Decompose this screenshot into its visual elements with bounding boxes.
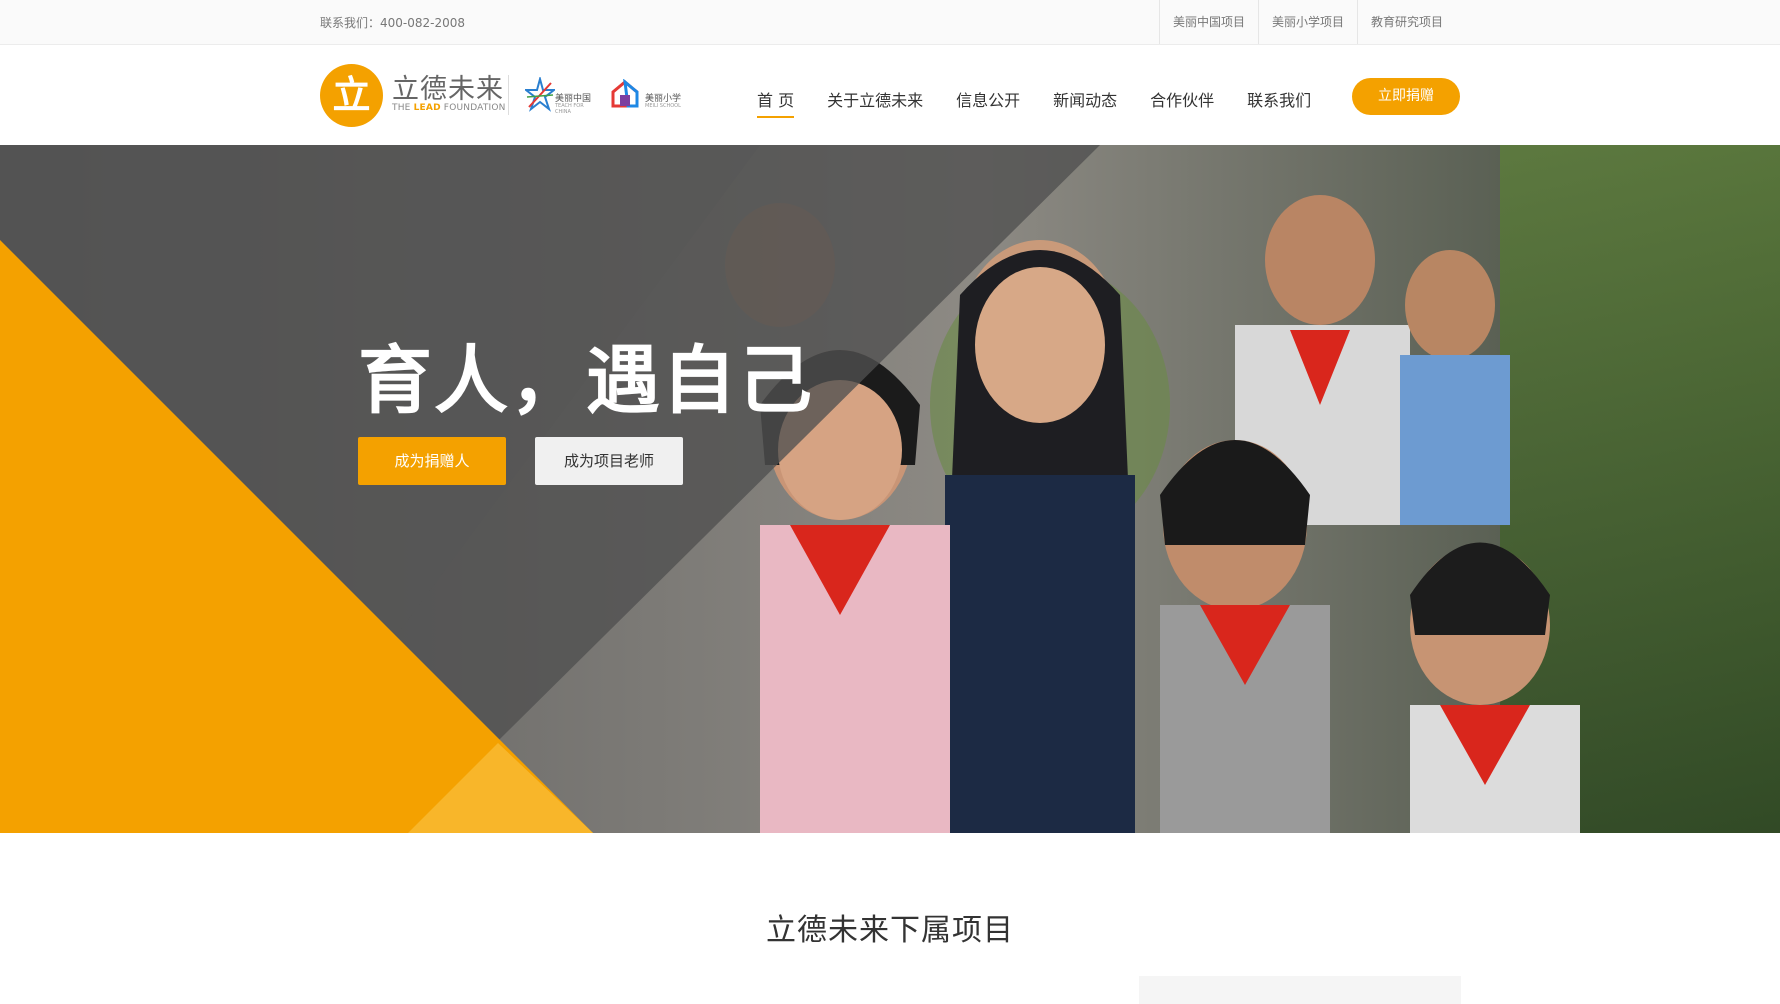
nav-about[interactable]: 关于立德未来 [827,87,923,118]
nav-disclosure[interactable]: 信息公开 [956,87,1020,118]
become-teacher-button[interactable]: 成为项目老师 [535,437,683,485]
logo-english-name: THE LEAD FOUNDATION [392,103,506,113]
partner2-en: MEILI SCHOOL [645,103,681,109]
projects-section-title: 立德未来下属项目 [766,913,1014,948]
star-icon [525,77,555,112]
hero-photo-illustration [0,145,1780,833]
top-link-meili-school[interactable]: 美丽小学项目 [1258,0,1357,44]
nav-contact[interactable]: 联系我们 [1247,87,1311,118]
logo-glyph: 立 [332,73,371,117]
lead-foundation-logo-icon[interactable]: 立 [320,64,383,127]
logo-divider [508,75,509,115]
hero-banner: 育人，遇自己 成为捐赠人 成为项目老师 [0,145,1780,833]
top-bar: 联系我们：400-082-2008 美丽中国项目 美丽小学项目 教育研究项目 [0,0,1780,45]
logo-chinese-name[interactable]: 立德未来 [392,67,504,106]
contact-phone: 联系我们：400-082-2008 [320,16,466,30]
become-donor-button[interactable]: 成为捐赠人 [358,437,506,485]
logo-en-lead: LEAD [413,103,441,113]
nav-partners[interactable]: 合作伙伴 [1150,87,1214,118]
donate-now-button[interactable]: 立即捐赠 [1352,78,1460,115]
teach-for-china-logo[interactable]: 美丽中国 TEACH FOR CHINA [525,75,595,115]
top-link-meili-china[interactable]: 美丽中国项目 [1159,0,1258,44]
main-nav: 首 页 关于立德未来 信息公开 新闻动态 合作伙伴 联系我们 [757,87,1344,118]
project-card[interactable] [1139,976,1461,1004]
logo-en-the: THE [392,103,414,113]
logo-en-foundation: FOUNDATION [440,103,506,113]
nav-home[interactable]: 首 页 [757,87,795,118]
site-header: 立 立德未来 THE LEAD FOUNDATION 美丽中国 TEACH FO… [0,45,1780,146]
top-links: 美丽中国项目 美丽小学项目 教育研究项目 [1159,0,1456,44]
top-link-education-research[interactable]: 教育研究项目 [1357,0,1456,44]
meili-school-logo[interactable]: 美丽小学 MEILI SCHOOL [610,75,682,115]
hero-headline: 育人，遇自己 [358,338,814,424]
partner1-en: TEACH FOR CHINA [555,103,584,115]
house-icon [611,79,639,108]
nav-news[interactable]: 新闻动态 [1053,87,1117,118]
